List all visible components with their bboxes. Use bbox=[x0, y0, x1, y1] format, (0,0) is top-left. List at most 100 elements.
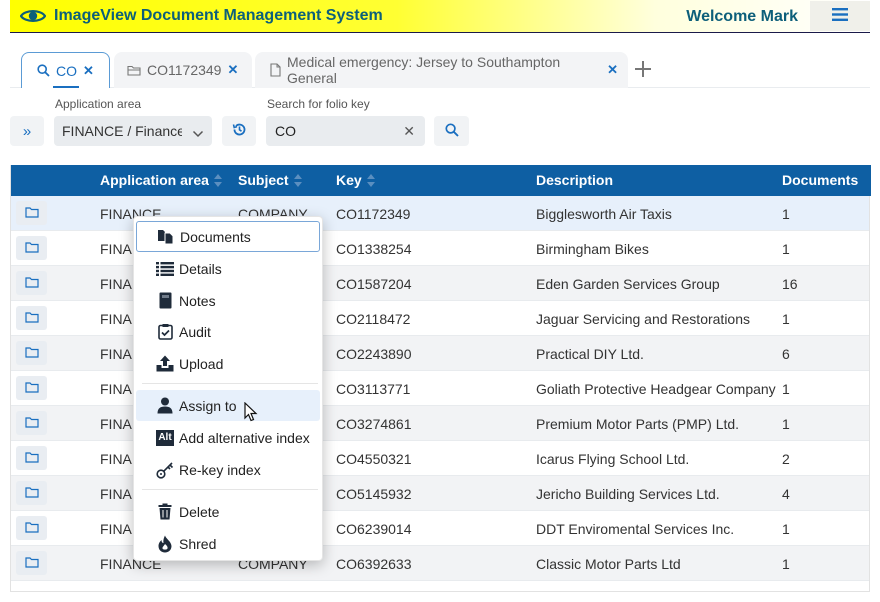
tab-search-co[interactable]: CO ✕ bbox=[21, 52, 110, 88]
eye-icon bbox=[20, 8, 46, 24]
folder-icon bbox=[24, 345, 39, 361]
menu-item-audit[interactable]: Audit bbox=[136, 316, 320, 347]
tab-label: Medical emergency: Jersey to Southampton… bbox=[287, 54, 561, 86]
cell-documents: 1 bbox=[782, 381, 790, 397]
open-folder-button[interactable] bbox=[16, 411, 47, 435]
context-menu: Documents Details Notes Audit Upload Ass… bbox=[133, 216, 323, 561]
tab-folder[interactable]: CO1172349 ✕ bbox=[114, 52, 252, 88]
menu-item-add-alternative-index[interactable]: Alt Add alternative index bbox=[136, 422, 320, 453]
cell-description: Bigglesworth Air Taxis bbox=[536, 206, 672, 222]
search-icon bbox=[37, 64, 50, 77]
clear-icon[interactable]: ✕ bbox=[403, 123, 415, 140]
cell-documents: 4 bbox=[782, 486, 790, 502]
column-header-subject[interactable]: Subject bbox=[238, 172, 302, 188]
cell-description: Eden Garden Services Group bbox=[536, 276, 720, 292]
open-folder-button[interactable] bbox=[16, 481, 47, 505]
menu-item-upload[interactable]: Upload bbox=[136, 348, 320, 379]
cell-documents: 1 bbox=[782, 416, 790, 432]
application-area-value: FINANCE / Finance Dept bbox=[62, 123, 182, 139]
folder-icon bbox=[24, 520, 39, 536]
open-folder-button[interactable] bbox=[16, 201, 47, 225]
menu-button[interactable] bbox=[810, 1, 870, 31]
cell-description: Goliath Protective Headgear Company bbox=[536, 381, 776, 397]
menu-item-shred[interactable]: Shred bbox=[136, 528, 320, 559]
cell-documents: 2 bbox=[782, 451, 790, 467]
cell-key: CO6392633 bbox=[336, 556, 412, 572]
menu-item-notes[interactable]: Notes bbox=[136, 285, 320, 316]
search-label: Search for folio key bbox=[267, 97, 370, 111]
cell-description: Jaguar Servicing and Restorations bbox=[536, 311, 751, 327]
folder-icon bbox=[24, 205, 39, 221]
add-tab-button[interactable] bbox=[632, 58, 654, 80]
alt-icon: Alt bbox=[155, 429, 175, 447]
folder-icon bbox=[24, 485, 39, 501]
open-folder-button[interactable] bbox=[16, 516, 47, 540]
menu-item-delete[interactable]: Delete bbox=[136, 496, 320, 527]
cell-key: CO3113771 bbox=[336, 381, 411, 397]
document-icon bbox=[270, 63, 281, 77]
search-icon bbox=[444, 122, 459, 140]
mouse-cursor-icon bbox=[244, 401, 258, 425]
list-icon bbox=[155, 260, 175, 278]
column-header-documents: Documents bbox=[782, 172, 859, 188]
menu-item-re-key-index[interactable]: Re-key index bbox=[136, 454, 320, 485]
cell-description: Jericho Building Services Ltd. bbox=[536, 486, 720, 502]
cell-key: CO1587204 bbox=[336, 276, 412, 292]
folder-icon bbox=[24, 555, 39, 571]
folder-icon bbox=[24, 415, 39, 431]
expand-button[interactable]: » bbox=[10, 116, 44, 146]
open-folder-button[interactable] bbox=[16, 306, 47, 330]
cell-documents: 1 bbox=[782, 311, 790, 327]
open-folder-button[interactable] bbox=[16, 376, 47, 400]
cell-documents: 16 bbox=[782, 276, 798, 292]
open-folder-button[interactable] bbox=[16, 236, 47, 260]
fire-icon bbox=[155, 535, 175, 553]
tab-document[interactable]: Medical emergency: Jersey to Southampton… bbox=[255, 52, 628, 88]
column-header-key[interactable]: Key bbox=[336, 172, 375, 188]
menu-divider bbox=[142, 383, 318, 384]
cell-documents: 1 bbox=[782, 521, 790, 537]
menu-item-documents[interactable]: Documents bbox=[136, 221, 320, 252]
column-header-application-area[interactable]: Application area bbox=[100, 172, 222, 188]
search-button[interactable] bbox=[434, 116, 469, 146]
history-button[interactable] bbox=[222, 116, 256, 146]
cell-description: Icarus Flying School Ltd. bbox=[536, 451, 690, 467]
menu-item-details[interactable]: Details bbox=[136, 253, 320, 284]
folder-icon bbox=[127, 65, 141, 76]
open-folder-button[interactable] bbox=[16, 446, 47, 470]
documents-icon bbox=[156, 228, 176, 246]
folio-key-search-input[interactable]: CO ✕ bbox=[266, 116, 425, 146]
active-tab-indicator bbox=[53, 86, 79, 88]
upload-icon bbox=[155, 355, 175, 373]
close-icon[interactable]: ✕ bbox=[227, 62, 238, 78]
cell-key: CO6239014 bbox=[336, 521, 412, 537]
cell-key: CO2118472 bbox=[336, 311, 411, 327]
folder-icon bbox=[24, 380, 39, 396]
open-folder-button[interactable] bbox=[16, 341, 47, 365]
history-icon bbox=[232, 122, 247, 140]
folder-icon bbox=[24, 450, 39, 466]
open-folder-button[interactable] bbox=[16, 551, 47, 575]
cell-key: CO3274861 bbox=[336, 416, 412, 432]
open-folder-button[interactable] bbox=[16, 271, 47, 295]
cell-documents: 1 bbox=[782, 556, 790, 572]
cell-key: CO1338254 bbox=[336, 241, 412, 257]
chevron-down-icon bbox=[192, 125, 204, 141]
cell-key: CO4550321 bbox=[336, 451, 412, 467]
sort-icon bbox=[213, 173, 222, 187]
cell-description: Classic Motor Parts Ltd bbox=[536, 556, 681, 572]
cell-documents: 1 bbox=[782, 241, 790, 257]
clipboard-check-icon bbox=[155, 323, 175, 341]
close-icon[interactable]: ✕ bbox=[607, 62, 618, 78]
cell-documents: 6 bbox=[782, 346, 790, 362]
folder-icon bbox=[24, 240, 39, 256]
plus-icon bbox=[632, 61, 654, 83]
cell-description: Birmingham Bikes bbox=[536, 241, 649, 257]
close-icon[interactable]: ✕ bbox=[83, 63, 94, 79]
application-area-select[interactable]: FINANCE / Finance Dept bbox=[54, 116, 212, 146]
cell-documents: 1 bbox=[782, 206, 790, 222]
app-title: ImageView Document Management System bbox=[54, 7, 383, 24]
menu-item-assign-to[interactable]: Assign to bbox=[136, 390, 320, 421]
cell-description: Practical DIY Ltd. bbox=[536, 346, 644, 362]
cell-description: Premium Motor Parts (PMP) Ltd. bbox=[536, 416, 740, 432]
